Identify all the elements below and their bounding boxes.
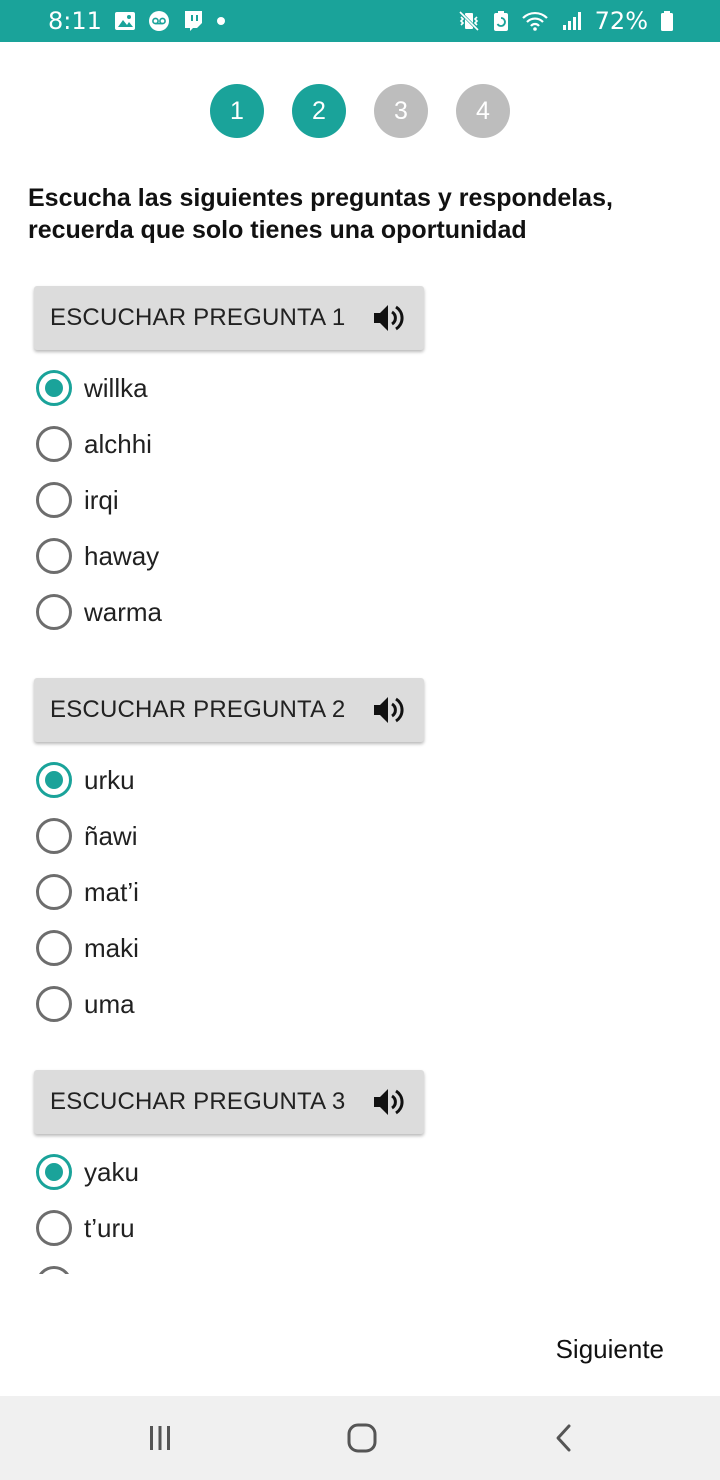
- listen-question-3-button[interactable]: ESCUCHAR PREGUNTA 3: [34, 1070, 424, 1134]
- option-2-1[interactable]: urku: [36, 760, 135, 800]
- stepper: 1 2 3 4: [0, 84, 720, 138]
- step-3: 3: [374, 84, 428, 138]
- listen-button-label: ESCUCHAR PREGUNTA 1: [50, 304, 346, 331]
- battery-percent: 72%: [594, 7, 648, 35]
- option-label: mat’i: [84, 876, 139, 907]
- radio-unselected[interactable]: [36, 1210, 72, 1246]
- radio-selected[interactable]: [36, 370, 72, 406]
- twitch-icon: [182, 10, 204, 32]
- option-label: maki: [84, 932, 139, 963]
- wifi-icon: [521, 10, 549, 32]
- option-1-4[interactable]: haway: [36, 536, 159, 576]
- instruction-text: Escucha las siguientes preguntas y respo…: [28, 184, 613, 244]
- option-label: warma: [84, 596, 163, 627]
- status-bar-right: 72%: [457, 7, 674, 35]
- option-2-4[interactable]: maki: [36, 928, 139, 968]
- option-1-5[interactable]: warma: [36, 592, 162, 632]
- back-icon[interactable]: [544, 1418, 584, 1458]
- option-label: uma: [84, 988, 135, 1019]
- speaker-icon: [372, 1086, 406, 1125]
- option-1-2[interactable]: alchhi: [36, 424, 152, 464]
- radio-unselected[interactable]: [36, 986, 72, 1022]
- step-1: 1: [210, 84, 264, 138]
- radio-selected[interactable]: [36, 1154, 72, 1190]
- speaker-icon: [372, 694, 406, 733]
- battery-saver-icon: [493, 10, 509, 32]
- listen-question-2-button[interactable]: ESCUCHAR PREGUNTA 2: [34, 678, 424, 742]
- option-3-2[interactable]: t’uru: [36, 1208, 135, 1248]
- listen-button-label: ESCUCHAR PREGUNTA 2: [50, 696, 346, 723]
- option-label: yaku: [84, 1156, 139, 1187]
- speaker-icon: [372, 302, 406, 341]
- radio-unselected[interactable]: [36, 1266, 72, 1274]
- option-3-3-partial[interactable]: [36, 1264, 84, 1274]
- option-label: alchhi: [84, 428, 152, 459]
- radio-unselected[interactable]: [36, 818, 72, 854]
- option-label: t’uru: [84, 1212, 135, 1243]
- listen-button-label: ESCUCHAR PREGUNTA 3: [50, 1088, 346, 1115]
- radio-unselected[interactable]: [36, 594, 72, 630]
- image-icon: [114, 11, 136, 31]
- radio-unselected[interactable]: [36, 538, 72, 574]
- next-button[interactable]: Siguiente: [556, 1334, 664, 1365]
- home-icon[interactable]: [342, 1418, 382, 1458]
- option-label: irqi: [84, 484, 119, 515]
- option-1-1[interactable]: willka: [36, 368, 148, 408]
- option-1-3[interactable]: irqi: [36, 480, 119, 520]
- battery-icon: [660, 10, 674, 32]
- voicemail-icon: [148, 10, 170, 32]
- status-bar: 8:11 72%: [0, 0, 720, 42]
- option-label: haway: [84, 540, 160, 571]
- radio-unselected[interactable]: [36, 482, 72, 518]
- listen-question-1-button[interactable]: ESCUCHAR PREGUNTA 1: [34, 286, 424, 350]
- step-4: 4: [456, 84, 510, 138]
- signal-icon: [561, 10, 583, 32]
- radio-unselected[interactable]: [36, 426, 72, 462]
- questions-scroll-area[interactable]: ESCUCHAR PREGUNTA 1 willka alchhi irqi h…: [0, 270, 720, 1274]
- status-bar-left: 8:11: [48, 7, 226, 35]
- dot-icon: [216, 16, 226, 26]
- navigation-bar: [0, 1396, 720, 1480]
- radio-unselected[interactable]: [36, 930, 72, 966]
- radio-selected[interactable]: [36, 762, 72, 798]
- option-2-2[interactable]: ñawi: [36, 816, 137, 856]
- step-2: 2: [292, 84, 346, 138]
- option-3-1[interactable]: yaku: [36, 1152, 139, 1192]
- option-label: ñawi: [84, 820, 138, 851]
- status-time: 8:11: [48, 7, 102, 35]
- option-label: willka: [84, 372, 148, 403]
- option-2-3[interactable]: mat’i: [36, 872, 139, 912]
- radio-unselected[interactable]: [36, 874, 72, 910]
- mute-vibrate-icon: [457, 10, 481, 32]
- recents-icon[interactable]: [140, 1418, 180, 1458]
- option-label: urku: [84, 764, 135, 795]
- option-2-5[interactable]: uma: [36, 984, 135, 1024]
